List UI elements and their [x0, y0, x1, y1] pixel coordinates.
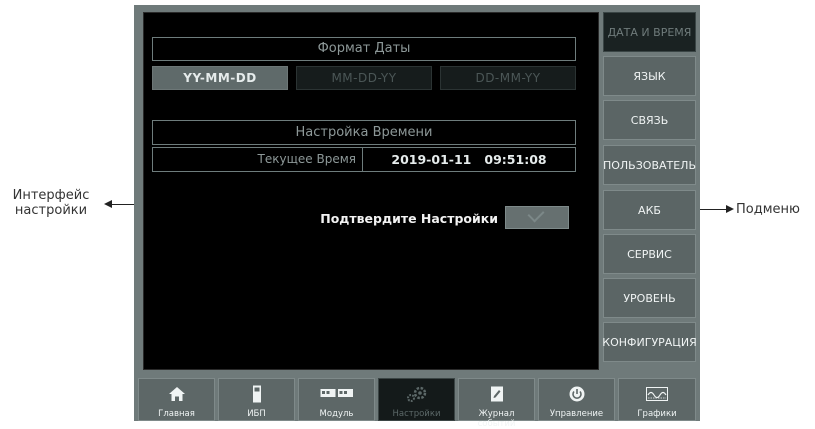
current-time-label: Текущее Время: [153, 148, 363, 171]
callout-line-2: настройки: [14, 203, 88, 218]
bottom-nav: Главная ИБП Модуль Настройки Журнал собы…: [138, 378, 698, 429]
nav-settings-label: Настройки: [392, 409, 441, 419]
nav-module-label: Модуль: [319, 409, 354, 419]
submenu-user[interactable]: ПОЛЬЗОВАТЕЛЬ: [603, 145, 696, 185]
chart-icon: [619, 385, 695, 403]
left-arrow-head: [104, 200, 112, 208]
nav-event-log-label: Журнал событий: [477, 409, 516, 429]
current-time-row: Текущее Время 2019-01-11 09:51:08: [152, 147, 576, 172]
right-arrow-line: [700, 209, 726, 210]
nav-charts-label: Графики: [637, 409, 677, 419]
submenu-service[interactable]: СЕРВИС: [603, 234, 696, 274]
right-arrow-head: [726, 205, 734, 213]
home-icon: [139, 385, 214, 403]
ups-icon: [219, 385, 294, 403]
submenu-language[interactable]: ЯЗЫК: [603, 56, 696, 96]
format-dd-mm-yy-button[interactable]: DD-MM-YY: [440, 66, 576, 90]
power-icon: [539, 385, 614, 403]
nav-charts[interactable]: Графики: [618, 378, 696, 421]
current-time-value[interactable]: 2019-01-11 09:51:08: [363, 148, 575, 171]
format-yy-mm-dd-button[interactable]: YY-MM-DD: [152, 66, 288, 90]
submenu-configuration[interactable]: КОНФИГУРАЦИЯ: [602, 322, 697, 362]
submenu: ДАТА И ВРЕМЯ ЯЗЫК СВЯЗЬ ПОЛЬЗОВАТЕЛЬ АКБ…: [602, 12, 697, 368]
time-settings-title: Настройка Времени: [152, 120, 576, 145]
submenu-date-time[interactable]: ДАТА И ВРЕМЯ: [603, 12, 696, 52]
nav-control[interactable]: Управление: [538, 378, 615, 421]
callout-line-1: Интерфейс: [12, 188, 90, 203]
date-format-title: Формат Даты: [152, 37, 576, 61]
confirm-settings-label: Подтвердите Настройки: [320, 211, 498, 226]
gear-icon: [379, 385, 454, 403]
nav-ups-label: ИБП: [247, 409, 266, 419]
nav-event-log[interactable]: Журнал событий: [458, 378, 535, 429]
nav-home[interactable]: Главная: [138, 378, 215, 421]
module-icon: [299, 385, 374, 403]
confirm-settings-button[interactable]: [505, 205, 569, 229]
nav-ups[interactable]: ИБП: [218, 378, 295, 421]
log-icon: [459, 385, 534, 403]
format-mm-dd-yy-button[interactable]: MM-DD-YY: [296, 66, 432, 90]
nav-control-label: Управление: [549, 409, 604, 419]
checkmark-icon: [527, 205, 545, 223]
submenu-battery[interactable]: АКБ: [603, 190, 696, 230]
nav-module[interactable]: Модуль: [298, 378, 375, 421]
settings-interface-callout: Интерфейс настройки: [0, 188, 102, 218]
left-arrow-line: [111, 204, 135, 205]
nav-home-label: Главная: [158, 409, 195, 419]
nav-settings[interactable]: Настройки: [378, 378, 455, 421]
submenu-level[interactable]: УРОВЕНЬ: [603, 278, 696, 318]
submenu-communication[interactable]: СВЯЗЬ: [603, 100, 696, 140]
submenu-callout: Подменю: [736, 202, 800, 217]
